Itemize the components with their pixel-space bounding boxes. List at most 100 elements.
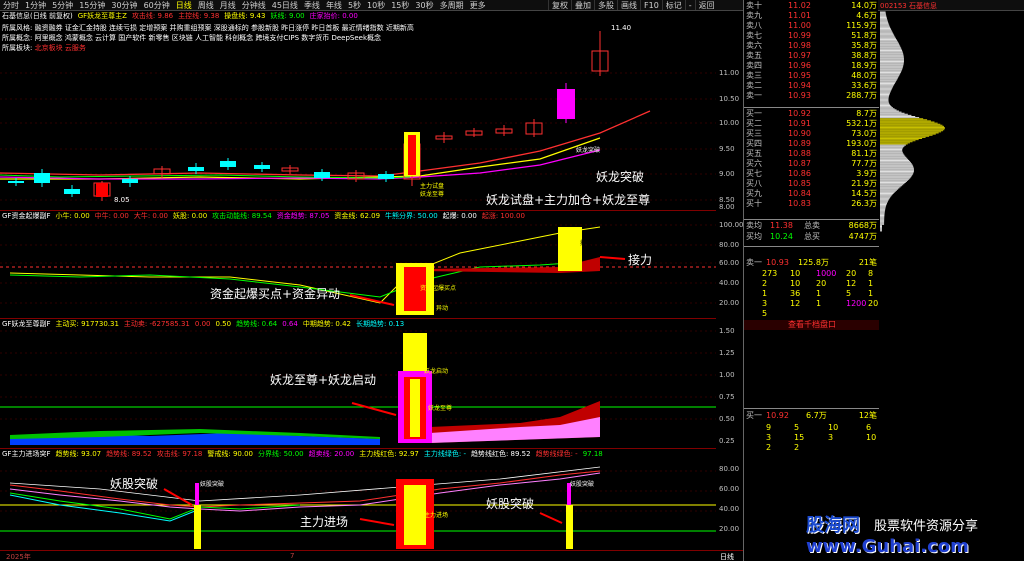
bids-label: 买二 — [746, 119, 762, 128]
bids-row[interactable]: 买六 10.87 77.7万 — [744, 159, 879, 169]
period-tab-8[interactable]: 月线 — [217, 0, 239, 10]
period-tab-10[interactable]: 45日线 — [269, 0, 301, 10]
asks-row[interactable]: 卖五 10.97 38.8万 — [744, 51, 879, 61]
date-bar: 2025年 7 日线 — [0, 550, 743, 561]
small-label-mainforce: 主力进场 — [424, 512, 449, 519]
small-label-breakthrough: 妖龙突破 — [576, 147, 601, 154]
asks-row[interactable]: 卖九 11.01 4.6万 — [744, 11, 879, 21]
candle-body-down — [64, 189, 80, 194]
bids-vol: 77.7万 — [851, 159, 877, 168]
sell1-queue-cell: 10 — [790, 269, 801, 278]
bids-row[interactable]: 买九 10.84 14.5万 — [744, 189, 879, 199]
bids-vol: 81.1万 — [851, 149, 877, 158]
asks-row[interactable]: 卖二 10.94 33.6万 — [744, 81, 879, 91]
asks-row[interactable]: 卖七 10.99 51.8万 — [744, 31, 879, 41]
toolbar-action-5[interactable]: 标记 — [661, 0, 685, 10]
buy1-vol: 6.7万 — [806, 411, 827, 420]
toolbar-action-4[interactable]: F10 — [640, 0, 662, 10]
small-label-capital-buy: 资金起爆买点 — [420, 285, 457, 292]
toolbar-action-1[interactable]: 叠加 — [571, 0, 594, 10]
bids-row[interactable]: 买十 10.83 26.3万 — [744, 199, 879, 209]
bids-vol: 8.7万 — [856, 109, 877, 118]
toolbar-actions: 复权 叠加 多股 画线 F10 标记 - 返回 — [548, 0, 718, 10]
asks-row[interactable]: 卖一 10.93 288.7万 — [744, 91, 879, 101]
candle-body-magenta — [557, 89, 575, 119]
asks-vol: 48.0万 — [851, 71, 877, 80]
bids-row[interactable]: 买七 10.86 3.9万 — [744, 169, 879, 179]
period-tab-16[interactable]: 30秒 — [412, 0, 436, 10]
panel3-axis-label-3: 0.75 — [719, 393, 735, 401]
summary-name: 总买 — [804, 232, 820, 241]
toolbar-action-0[interactable]: 复权 — [548, 0, 571, 10]
period-tab-1[interactable]: 1分钟 — [22, 0, 49, 10]
period-label[interactable]: 日线 — [720, 552, 734, 561]
asks-row[interactable]: 卖六 10.98 35.8万 — [744, 41, 879, 51]
bids-row[interactable]: 买四 10.89 193.0万 — [744, 139, 879, 149]
period-tab-3[interactable]: 15分钟 — [76, 0, 108, 10]
toolbar-action-6[interactable]: - — [684, 0, 695, 10]
summary-label: 买均 — [746, 232, 762, 241]
asks-price: 11.02 — [788, 1, 811, 10]
bids-label: 买一 — [746, 109, 762, 118]
bids-row[interactable]: 买八 10.85 21.9万 — [744, 179, 879, 189]
panel2-axis-label-0: 100.00 — [719, 221, 744, 229]
period-tab-13[interactable]: 5秒 — [345, 0, 364, 10]
bids-price: 10.89 — [788, 139, 811, 148]
annotation-breakthrough: 妖龙突破 — [596, 170, 645, 184]
period-tab-2[interactable]: 5分钟 — [49, 0, 76, 10]
asks-row[interactable]: 卖八 11.00 115.9万 — [744, 21, 879, 31]
period-tab-12[interactable]: 年线 — [323, 0, 345, 10]
period-tab-15[interactable]: 15秒 — [388, 0, 412, 10]
buy1-queue-row: 9 5 10 6 — [744, 423, 879, 433]
capital-panel[interactable]: GF资金起爆副F 小牛: 0.00 中牛: 0.00 大牛: 0.00 妖股: 0.00… — [0, 211, 716, 319]
sell1-queue-cell: 1 — [868, 279, 874, 288]
small-label-dragon-start: 妖龙启动 — [424, 368, 449, 375]
p3-arrow — [351, 402, 397, 416]
buy1-count: 12笔 — [858, 411, 877, 420]
dragon-panel[interactable]: GF妖龙至尊副F 主动买: 917730.31 主动卖: -627585.31 0.0… — [0, 319, 716, 449]
asks-row[interactable]: 卖四 10.96 18.9万 — [744, 61, 879, 71]
candle-body-down — [314, 172, 330, 178]
bids-row[interactable]: 买一 10.92 8.7万 — [744, 109, 879, 119]
asks-label: 卖十 — [746, 1, 762, 10]
period-tab-17[interactable]: 多周期 — [437, 0, 467, 10]
period-tab-11[interactable]: 季线 — [301, 0, 323, 10]
bids-label: 买五 — [746, 149, 762, 158]
mainforce-panel[interactable]: GF主力进场突F 趋势线: 93.07 趋势线: 89.52 攻击线: 97.18 警戒… — [0, 449, 716, 550]
watermark-subtitle: 股票软件资源分享 — [874, 515, 979, 534]
summary-val: 8668万 — [848, 221, 877, 230]
sell1-label: 卖一 — [746, 258, 762, 267]
period-tab-7[interactable]: 周线 — [195, 0, 217, 10]
period-tab-4[interactable]: 30分钟 — [108, 0, 140, 10]
buy1-queue-cell: 9 — [766, 423, 772, 432]
small-label-supreme: 妖龙至尊 — [420, 191, 445, 198]
bids-row[interactable]: 买二 10.91 532.1万 — [744, 119, 879, 129]
bids-row[interactable]: 买五 10.88 81.1万 — [744, 149, 879, 159]
period-tab-6[interactable]: 日线 — [173, 0, 195, 10]
toolbar-action-2[interactable]: 多股 — [594, 0, 617, 10]
main-chart-panel[interactable]: 石基信息(日线 前复权) GF妖龙至尊主Z 攻击线: 9.86 主控线: 9.38 操盘… — [0, 11, 716, 211]
asks-row[interactable]: 卖三 10.95 48.0万 — [744, 71, 879, 81]
bids-row[interactable]: 买三 10.90 73.0万 — [744, 129, 879, 139]
queue-link[interactable]: 查看千档盘口 — [744, 320, 879, 330]
period-tab-9[interactable]: 分钟线 — [239, 0, 269, 10]
period-tab-0[interactable]: 分时 — [0, 0, 22, 10]
toolbar-action-7[interactable]: 返回 — [694, 0, 718, 10]
asks-price: 10.98 — [788, 41, 811, 50]
buy1-header: 买一 10.92 6.7万 12笔 — [744, 411, 879, 421]
queue-link-text[interactable]: 查看千档盘口 — [788, 320, 836, 330]
sell1-queue-row: 5 — [744, 309, 879, 319]
asks-row[interactable]: 卖十 11.02 14.0万 — [744, 1, 879, 11]
period-tab-14[interactable]: 10秒 — [364, 0, 388, 10]
toolbar-action-3[interactable]: 画线 — [617, 0, 640, 10]
orderbook-separator-3 — [744, 246, 879, 247]
period-tab-18[interactable]: 更多 — [467, 0, 489, 10]
sell1-queue-row: 1 36 1 5 1 — [744, 289, 879, 299]
asks-price: 10.95 — [788, 71, 811, 80]
main-axis-label-0: 11.00 — [719, 69, 740, 77]
bids-price: 10.86 — [788, 169, 811, 178]
period-tab-5[interactable]: 60分钟 — [141, 0, 173, 10]
asks-vol: 38.8万 — [851, 51, 877, 60]
asks-label: 卖七 — [746, 31, 762, 40]
candle-body-down — [220, 161, 236, 167]
